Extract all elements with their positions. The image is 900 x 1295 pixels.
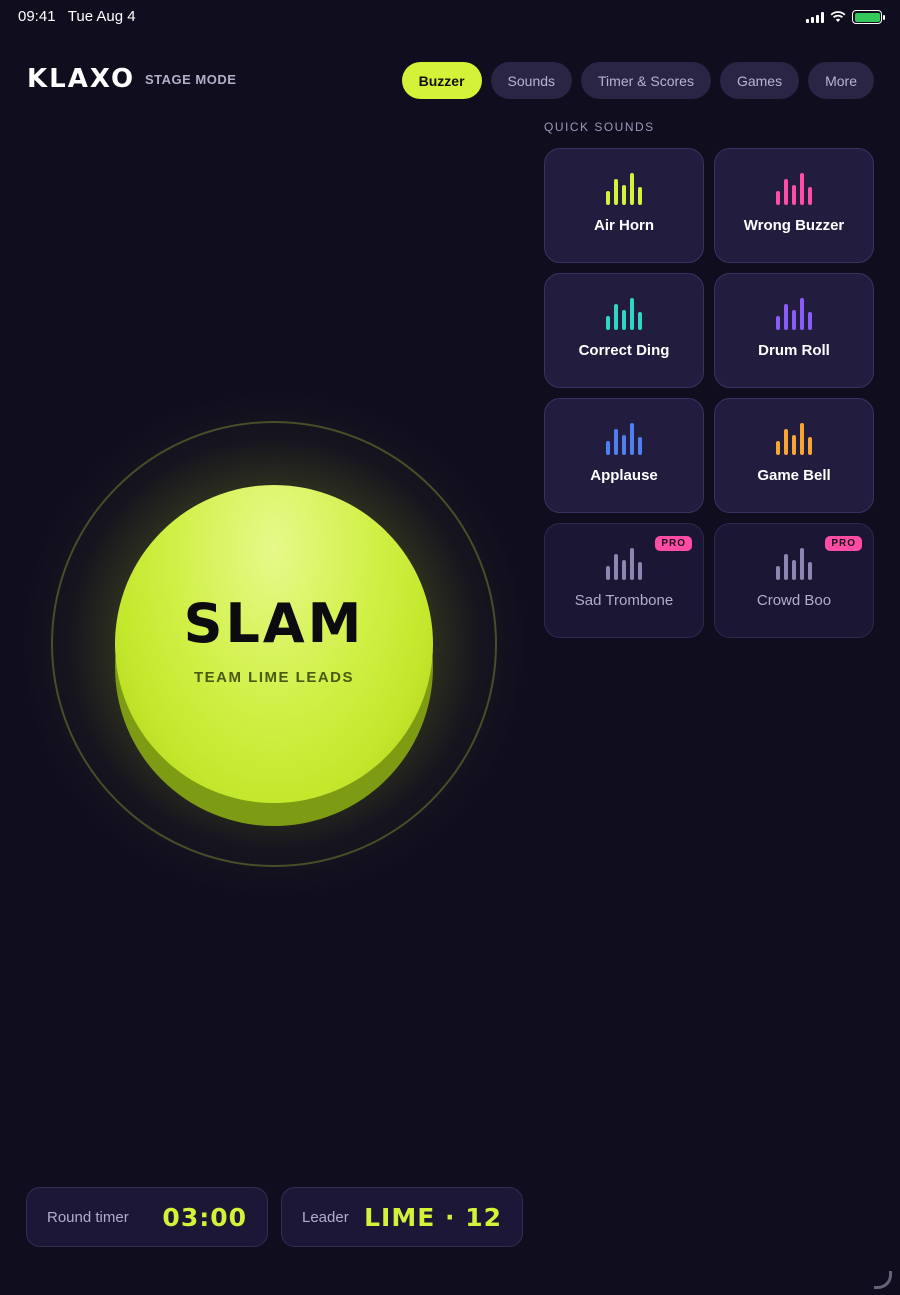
sound-tile-drum-roll[interactable]: Drum Roll xyxy=(714,273,874,388)
sound-tile-game-bell[interactable]: Game Bell xyxy=(714,398,874,513)
round-timer-label: Round timer xyxy=(47,1208,129,1226)
status-time: 09:41 Tue Aug 4 xyxy=(18,8,136,25)
tab-timer-scores[interactable]: Timer & Scores xyxy=(581,62,711,99)
sound-tile-sad-trombone[interactable]: PRO Sad Trombone xyxy=(544,523,704,638)
buzzer-label: SLAM xyxy=(183,592,365,655)
pro-badge: PRO xyxy=(825,536,862,551)
quick-sounds-title: QUICK SOUNDS xyxy=(544,120,655,134)
pro-badge: PRO xyxy=(655,536,692,551)
tab-sounds[interactable]: Sounds xyxy=(490,62,573,99)
slam-buzzer-button[interactable]: SLAM TEAM LIME LEADS xyxy=(115,485,433,803)
quick-sounds-grid: Air Horn Wrong Buzzer Correct Ding Drum … xyxy=(544,148,874,638)
sound-tile-label: Wrong Buzzer xyxy=(743,217,845,234)
sound-tile-label: Drum Roll xyxy=(758,342,830,359)
waveform-icon xyxy=(606,421,642,455)
tab-buzzer[interactable]: Buzzer xyxy=(401,62,482,99)
sound-tile-label: Game Bell xyxy=(757,467,831,484)
waveform-icon xyxy=(776,296,812,330)
mode-label: STAGE MODE xyxy=(145,72,237,87)
sound-tile-crowd-boo[interactable]: PRO Crowd Boo xyxy=(714,523,874,638)
sound-tile-air-horn[interactable]: Air Horn xyxy=(544,148,704,263)
nav-tabs: Buzzer Sounds Timer & Scores Games More xyxy=(401,62,874,99)
waveform-icon xyxy=(776,421,812,455)
leader-label: Leader xyxy=(302,1208,349,1226)
round-timer-card[interactable]: Round timer 03:00 xyxy=(26,1187,268,1247)
battery-icon xyxy=(852,10,885,24)
sound-tile-label: Sad Trombone xyxy=(574,592,674,609)
tab-more[interactable]: More xyxy=(808,62,874,99)
app-logo: KLAXO xyxy=(27,64,136,94)
waveform-icon xyxy=(606,296,642,330)
sound-tile-label: Correct Ding xyxy=(578,342,670,359)
sound-tile-label: Crowd Boo xyxy=(756,592,832,609)
sound-tile-label: Air Horn xyxy=(594,217,654,234)
waveform-icon xyxy=(776,546,812,580)
tab-games[interactable]: Games xyxy=(719,62,800,99)
leader-value: LIME · 12 xyxy=(364,1202,502,1232)
leader-card[interactable]: Leader LIME · 12 xyxy=(281,1187,523,1247)
buzzer-subtitle: TEAM LIME LEADS xyxy=(194,669,354,686)
cellular-signal-icon xyxy=(806,11,824,23)
sound-tile-label: Applause xyxy=(590,467,658,484)
sound-tile-wrong-buzzer[interactable]: Wrong Buzzer xyxy=(714,148,874,263)
round-timer-value: 03:00 xyxy=(162,1202,247,1232)
resize-handle-icon xyxy=(874,1271,892,1289)
waveform-icon xyxy=(606,171,642,205)
waveform-icon xyxy=(776,171,812,205)
sound-tile-correct-ding[interactable]: Correct Ding xyxy=(544,273,704,388)
sound-tile-applause[interactable]: Applause xyxy=(544,398,704,513)
wifi-icon xyxy=(830,11,846,22)
waveform-icon xyxy=(606,546,642,580)
status-icons xyxy=(806,10,885,24)
